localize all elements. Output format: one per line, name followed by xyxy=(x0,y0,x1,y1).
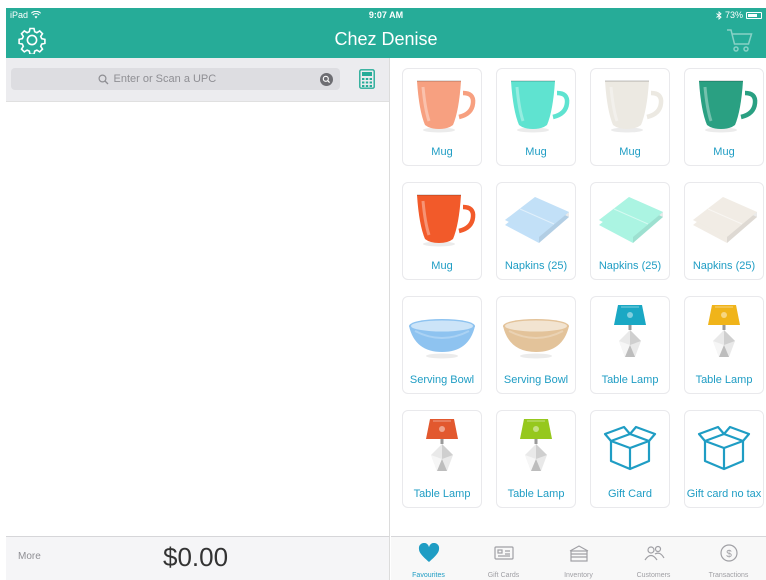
status-time: 9:07 AM xyxy=(368,10,404,20)
product-tile[interactable]: Table Lamp xyxy=(684,296,764,394)
mug-icon xyxy=(685,73,763,135)
tab-label: Inventory xyxy=(564,572,593,579)
tab-inventory[interactable]: Inventory xyxy=(541,537,616,580)
product-label: Serving Bowl xyxy=(409,374,475,386)
cart-icon[interactable] xyxy=(726,27,754,53)
gift-box-icon xyxy=(685,415,763,477)
product-label: Napkins (25) xyxy=(504,260,568,272)
battery-percent: 73% xyxy=(724,10,743,20)
product-label: Napkins (25) xyxy=(598,260,662,272)
product-label: Napkins (25) xyxy=(692,260,756,272)
product-tile[interactable]: Gift Card xyxy=(590,410,670,508)
battery-icon xyxy=(746,11,762,19)
napkins-icon xyxy=(591,187,669,249)
heart-icon xyxy=(418,542,440,563)
status-right: 73% xyxy=(716,8,762,22)
search-icon xyxy=(97,73,108,84)
product-tile[interactable]: Table Lamp xyxy=(402,410,482,508)
product-tile[interactable]: Gift card no tax xyxy=(684,410,764,508)
cart-pane xyxy=(6,58,390,536)
inventory-icon xyxy=(568,543,590,563)
total-bar: More $0.00 xyxy=(6,536,390,580)
search-box[interactable] xyxy=(11,68,340,90)
tab-label: Transactions xyxy=(708,572,749,579)
header: iPad 9:07 AM 73% Chez Denise xyxy=(6,8,766,58)
product-label: Gift Card xyxy=(607,488,652,500)
mug-icon xyxy=(403,187,481,249)
upc-search-input[interactable] xyxy=(113,73,254,85)
mug-icon xyxy=(403,73,481,135)
mug-icon xyxy=(497,73,575,135)
transactions-icon: $ xyxy=(718,543,740,563)
tab-customers[interactable]: Customers xyxy=(616,537,691,580)
product-label: Mug xyxy=(713,146,735,158)
product-tile[interactable]: Napkins (25) xyxy=(590,182,670,280)
product-label: Table Lamp xyxy=(695,374,753,386)
tab-favourites[interactable]: Favourites xyxy=(391,537,466,580)
tab-label: Gift Cards xyxy=(487,572,520,579)
product-tile[interactable]: Serving Bowl xyxy=(402,296,482,394)
tab-label: Favourites xyxy=(412,572,445,579)
tab-bar: Favourites Gift Cards Inventory Customers $ T… xyxy=(391,536,766,580)
battery-fill xyxy=(748,13,757,17)
more-button[interactable]: More xyxy=(18,551,41,562)
gift-card-icon xyxy=(493,543,515,563)
product-tile[interactable]: Mug xyxy=(402,68,482,166)
product-label: Table Lamp xyxy=(601,374,659,386)
product-label: Mug xyxy=(619,146,641,158)
napkins-icon xyxy=(497,187,575,249)
customers-icon xyxy=(643,543,665,563)
scan-barcode-icon[interactable] xyxy=(320,73,333,86)
bowl-icon xyxy=(497,301,575,363)
bluetooth-icon xyxy=(716,10,722,20)
product-label: Serving Bowl xyxy=(503,374,569,386)
product-tile[interactable]: Table Lamp xyxy=(496,410,576,508)
product-tile[interactable]: Mug xyxy=(402,182,482,280)
product-tile[interactable]: Mug xyxy=(496,68,576,166)
product-label: Table Lamp xyxy=(507,488,565,500)
product-tile[interactable]: Napkins (25) xyxy=(684,182,764,280)
napkins-icon xyxy=(685,187,763,249)
title-bar: Chez Denise xyxy=(6,22,766,58)
status-bar: iPad 9:07 AM 73% xyxy=(6,8,766,22)
lamp-icon xyxy=(591,301,669,363)
bowl-icon xyxy=(403,301,481,363)
total-amount: $0.00 xyxy=(163,542,229,572)
calculator-icon[interactable] xyxy=(359,69,375,89)
product-tile[interactable]: Table Lamp xyxy=(590,296,670,394)
product-tile[interactable]: Mug xyxy=(590,68,670,166)
lamp-icon xyxy=(685,301,763,363)
product-tile[interactable]: Napkins (25) xyxy=(496,182,576,280)
pos-app: iPad 9:07 AM 73% Chez Denise Enter or Sc… xyxy=(6,8,766,580)
tab-transactions[interactable]: $ Transactions xyxy=(691,537,766,580)
tab-gift-cards[interactable]: Gift Cards xyxy=(466,537,541,580)
page-title: Chez Denise xyxy=(334,29,438,49)
product-label: Mug xyxy=(525,146,547,158)
tab-label: Customers xyxy=(636,572,671,579)
product-label: Table Lamp xyxy=(413,488,471,500)
search-row xyxy=(6,58,389,102)
lamp-icon xyxy=(497,415,575,477)
svg-text:$: $ xyxy=(726,549,732,560)
product-label: Mug xyxy=(431,146,453,158)
product-label: Mug xyxy=(431,260,453,272)
product-label: Gift card no tax xyxy=(686,488,762,500)
product-tile[interactable]: Serving Bowl xyxy=(496,296,576,394)
gift-box-icon xyxy=(591,415,669,477)
product-grid: Mug Mug Mug Mug Mug Napkins (25) Napkins… xyxy=(391,58,766,536)
product-tile[interactable]: Mug xyxy=(684,68,764,166)
mug-icon xyxy=(591,73,669,135)
lamp-icon xyxy=(403,415,481,477)
